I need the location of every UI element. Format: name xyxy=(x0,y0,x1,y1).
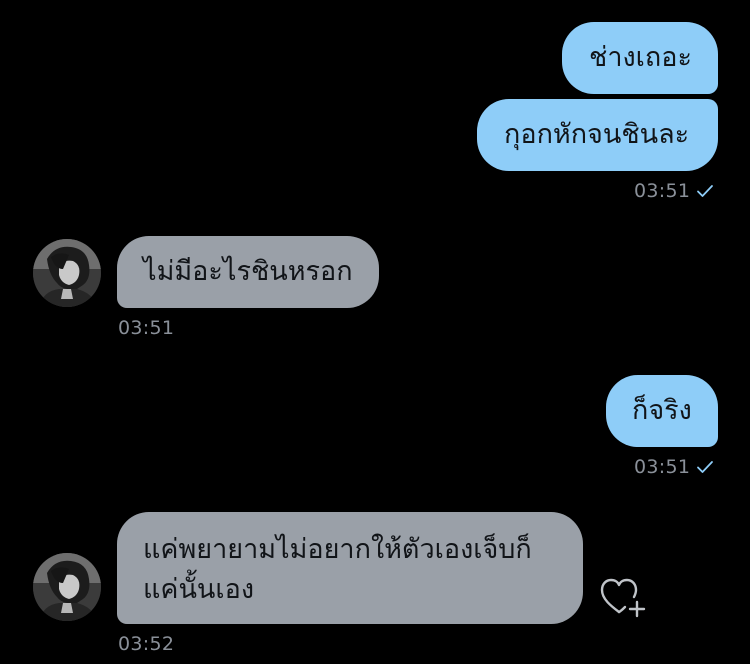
message-timestamp: 03:51 xyxy=(634,456,691,478)
profile-avatar[interactable] xyxy=(33,553,101,621)
sent-check-icon xyxy=(697,185,714,197)
incoming-message-bubble[interactable]: ไม่มีอะไรชินหรอก xyxy=(117,236,379,308)
message-text: ช่างเถอะ xyxy=(589,42,692,73)
message-timestamp: 03:52 xyxy=(118,633,175,655)
avatar-photo xyxy=(33,239,101,307)
message-timestamp: 03:51 xyxy=(118,317,175,339)
message-text: กุอกหักจนชินละ xyxy=(504,119,690,150)
outgoing-message-bubble[interactable]: กุอกหักจนชินละ xyxy=(477,99,718,171)
outgoing-message-bubble[interactable]: ก็จริง xyxy=(606,375,718,447)
message-text: ไม่มีอะไรชินหรอก xyxy=(143,256,353,287)
message-timestamp-row: 03:51 xyxy=(634,456,714,478)
avatar-photo xyxy=(33,553,101,621)
message-timestamp: 03:51 xyxy=(634,180,691,202)
outgoing-message-bubble[interactable]: ช่างเถอะ xyxy=(562,22,718,94)
message-timestamp-row: 03:51 xyxy=(634,180,714,202)
incoming-message-bubble[interactable]: แค่พยายามไม่อยากให้ตัวเองเจ็บก็ แค่นั้นเ… xyxy=(117,512,583,624)
message-text-line: แค่พยายามไม่อยากให้ตัวเองเจ็บก็ xyxy=(143,534,532,565)
message-text-line: แค่นั้นเอง xyxy=(143,574,255,605)
profile-avatar[interactable] xyxy=(33,239,101,307)
message-text: ก็จริง xyxy=(632,395,692,426)
sent-check-icon xyxy=(697,461,714,473)
heart-plus-icon[interactable] xyxy=(599,576,647,618)
